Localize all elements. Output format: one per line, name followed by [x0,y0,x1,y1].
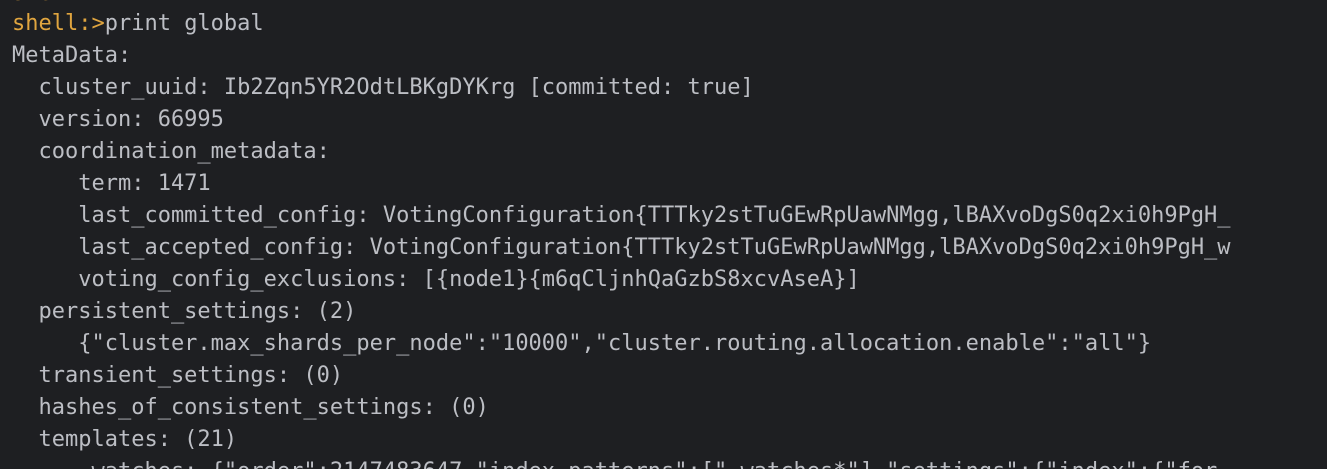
output-line: last_accepted_config: VotingConfiguratio… [12,235,1231,260]
output-line: voting_config_exclusions: [{node1}{m6qCl… [12,267,860,292]
output-line: transient_settings: (0) [12,363,344,388]
output-line: term: 1471 [12,171,211,196]
command-text: print global [104,11,264,36]
shell-prompt: shell:> [12,11,105,36]
output-line: version: 66995 [12,107,224,132]
output-line: last_committed_config: VotingConfigurati… [12,203,1231,228]
output-line: hashes_of_consistent_settings: (0) [12,395,489,420]
output-line-partial: .watches: {"order":2147483647,"index_pat… [12,456,1217,469]
output-line: templates: (21) [12,427,238,452]
output-line: {"cluster.max_shards_per_node":"10000","… [12,331,1152,356]
terminal-window[interactable]: shell: shell:>print global MetaData: clu… [0,0,1327,469]
output-line: coordination_metadata: [12,139,330,164]
output-line: persistent_settings: (2) [12,299,357,324]
command-line: shell:>print global [12,8,264,40]
output-line: cluster_uuid: Ib2Zqn5YR2OdtLBKgDYKrg [co… [12,75,754,100]
output-line: MetaData: [12,43,132,68]
